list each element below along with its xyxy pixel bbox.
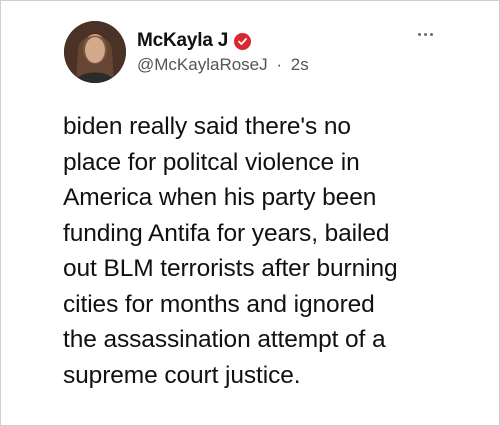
handle-row: @McKaylaRoseJ · 2s bbox=[137, 55, 309, 75]
tweet-card: McKayla J @McKaylaRoseJ · 2s biden reall… bbox=[0, 0, 500, 426]
timestamp[interactable]: 2s bbox=[291, 55, 309, 74]
more-options-icon[interactable] bbox=[418, 33, 433, 36]
author-name-row: McKayla J bbox=[137, 30, 252, 52]
author-handle[interactable]: @McKaylaRoseJ bbox=[137, 55, 268, 74]
separator-dot: · bbox=[276, 55, 283, 74]
display-name[interactable]: McKayla J bbox=[137, 30, 228, 52]
user-avatar-icon bbox=[64, 21, 126, 83]
tweet-text: biden really said there's no place for p… bbox=[63, 113, 398, 389]
avatar[interactable] bbox=[64, 21, 126, 83]
verified-badge-icon bbox=[234, 32, 252, 50]
